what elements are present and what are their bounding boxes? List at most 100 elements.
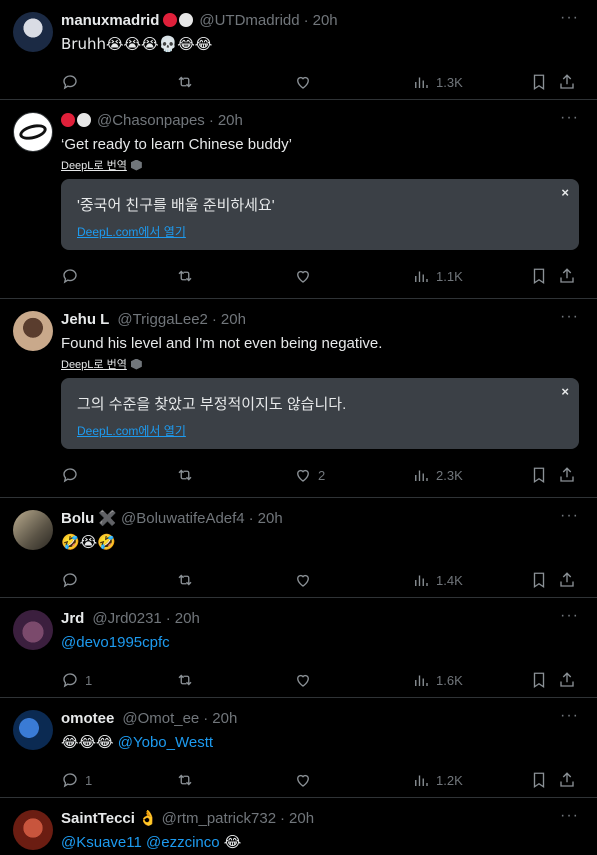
timestamp[interactable]: 20h [313,12,338,29]
reply-button[interactable] [61,561,85,599]
bookmark-button[interactable] [530,456,548,494]
retweet-icon [178,774,192,786]
user-handle[interactable]: @Jrd0231 [92,610,161,627]
more-icon[interactable]: ··· [560,608,579,624]
tweet-header: manuxmadrid @UTDmadridd · 20h [61,10,581,30]
more-icon[interactable]: ··· [560,708,579,724]
avatar[interactable] [13,610,53,650]
like-button[interactable] [294,761,318,799]
avatar[interactable] [13,12,53,52]
user-handle[interactable]: @Omot_ee [122,710,199,727]
like-button[interactable] [294,257,318,295]
reply-button[interactable] [61,456,85,494]
translate-link[interactable]: DeepL로 번역 [61,157,581,173]
display-name[interactable]: omotee [61,710,114,727]
reply-button[interactable]: 1 [61,761,92,799]
retweet-button[interactable] [176,257,194,295]
views-count: 1.6K [436,672,463,688]
reply-button[interactable] [61,63,85,101]
like-icon [297,774,309,787]
translate-link[interactable]: DeepL로 번역 [61,356,581,372]
close-icon[interactable]: × [561,185,569,200]
user-handle[interactable]: @TriggaLee2 [117,311,208,328]
like-button[interactable] [294,661,318,699]
retweet-button[interactable] [176,561,194,599]
like-icon [297,76,309,89]
tweet[interactable]: Jrd @Jrd0231 · 20h ··· @devo1995cpfc 1 1… [0,598,597,698]
retweet-button[interactable] [176,661,194,699]
retweet-button[interactable] [176,456,194,494]
user-handle[interactable]: @BoluwatifeAdef4 [121,510,245,527]
display-name[interactable]: SaintTecci [61,810,135,827]
share-button[interactable] [558,661,576,699]
timestamp[interactable]: 20h [258,510,283,527]
mention-link[interactable]: @devo1995cpfc [61,634,170,651]
tweet-header: Jrd @Jrd0231 · 20h [61,608,581,628]
retweet-button[interactable] [176,761,194,799]
more-icon[interactable]: ··· [560,309,579,325]
white-circle-icon [179,13,194,27]
timestamp[interactable]: 20h [289,810,314,827]
tweet[interactable]: @Chasonpapes · 20h ··· ‘Get ready to lea… [0,100,597,299]
bookmark-button[interactable] [530,63,548,101]
action-bar: 1.4K [61,561,581,599]
retweet-icon [178,76,192,88]
views-button[interactable]: 1.2K [412,761,463,799]
more-icon[interactable]: ··· [560,508,579,524]
display-name[interactable]: Bolu [61,510,94,527]
display-name[interactable]: Jehu L [61,311,109,328]
avatar[interactable] [13,311,53,351]
more-icon[interactable]: ··· [560,808,579,824]
views-button[interactable]: 1.4K [412,561,463,599]
tweet[interactable]: omotee @Omot_ee · 20h ··· 😂😂😂 @Yobo_West… [0,698,597,798]
mention-link[interactable]: @Yobo_Westt [118,734,213,751]
avatar[interactable] [13,510,53,550]
avatar[interactable] [13,112,53,152]
user-handle[interactable]: @UTDmadridd [199,12,299,29]
bookmark-button[interactable] [530,761,548,799]
avatar[interactable] [13,810,53,850]
user-handle[interactable]: @Chasonpapes [97,112,205,129]
open-deepl-link[interactable]: DeepL.com에서 열기 [77,223,563,240]
share-button[interactable] [558,761,576,799]
bookmark-icon [533,74,545,91]
views-button[interactable]: 2.3K [412,456,463,494]
avatar[interactable] [13,710,53,750]
timestamp[interactable]: 20h [218,112,243,129]
views-count: 2.3K [436,467,463,483]
reply-button[interactable]: 1 [61,661,92,699]
share-button[interactable] [558,561,576,599]
reply-button[interactable] [61,257,85,295]
display-name[interactable]: manuxmadrid [61,12,159,29]
share-icon [560,772,574,787]
like-button[interactable] [294,561,318,599]
share-button[interactable] [558,63,576,101]
like-button[interactable]: 2 [294,456,325,494]
views-button[interactable]: 1.6K [412,661,463,699]
open-deepl-link[interactable]: DeepL.com에서 열기 [77,422,563,439]
timestamp[interactable]: 20h [212,710,237,727]
mention-link[interactable]: @Ksuave11 @ezzcinco [61,834,220,851]
views-button[interactable]: 1.3K [412,63,463,101]
timestamp[interactable]: 20h [221,311,246,328]
views-icon [415,77,428,88]
bookmark-button[interactable] [530,661,548,699]
tweet[interactable]: Bolu ✖️ @BoluwatifeAdef4 · 20h ··· 🤣😭🤣 1… [0,498,597,598]
tweet[interactable]: SaintTecci 👌 @rtm_patrick732 · 20h ··· @… [0,798,597,855]
like-button[interactable] [294,63,318,101]
more-icon[interactable]: ··· [560,10,579,26]
bookmark-button[interactable] [530,257,548,295]
bookmark-button[interactable] [530,561,548,599]
views-button[interactable]: 1.1K [412,257,463,295]
reply-count: 1 [85,672,93,688]
share-button[interactable] [558,257,576,295]
timestamp[interactable]: 20h [175,610,200,627]
retweet-button[interactable] [176,63,194,101]
more-icon[interactable]: ··· [560,110,579,126]
close-icon[interactable]: × [561,384,569,399]
user-handle[interactable]: @rtm_patrick732 [162,810,276,827]
share-button[interactable] [558,456,576,494]
display-name[interactable]: Jrd [61,610,84,627]
tweet[interactable]: Jehu L @TriggaLee2 · 20h ··· Found his l… [0,299,597,498]
tweet[interactable]: manuxmadrid @UTDmadridd · 20h ··· Bruhh😭… [0,0,597,100]
